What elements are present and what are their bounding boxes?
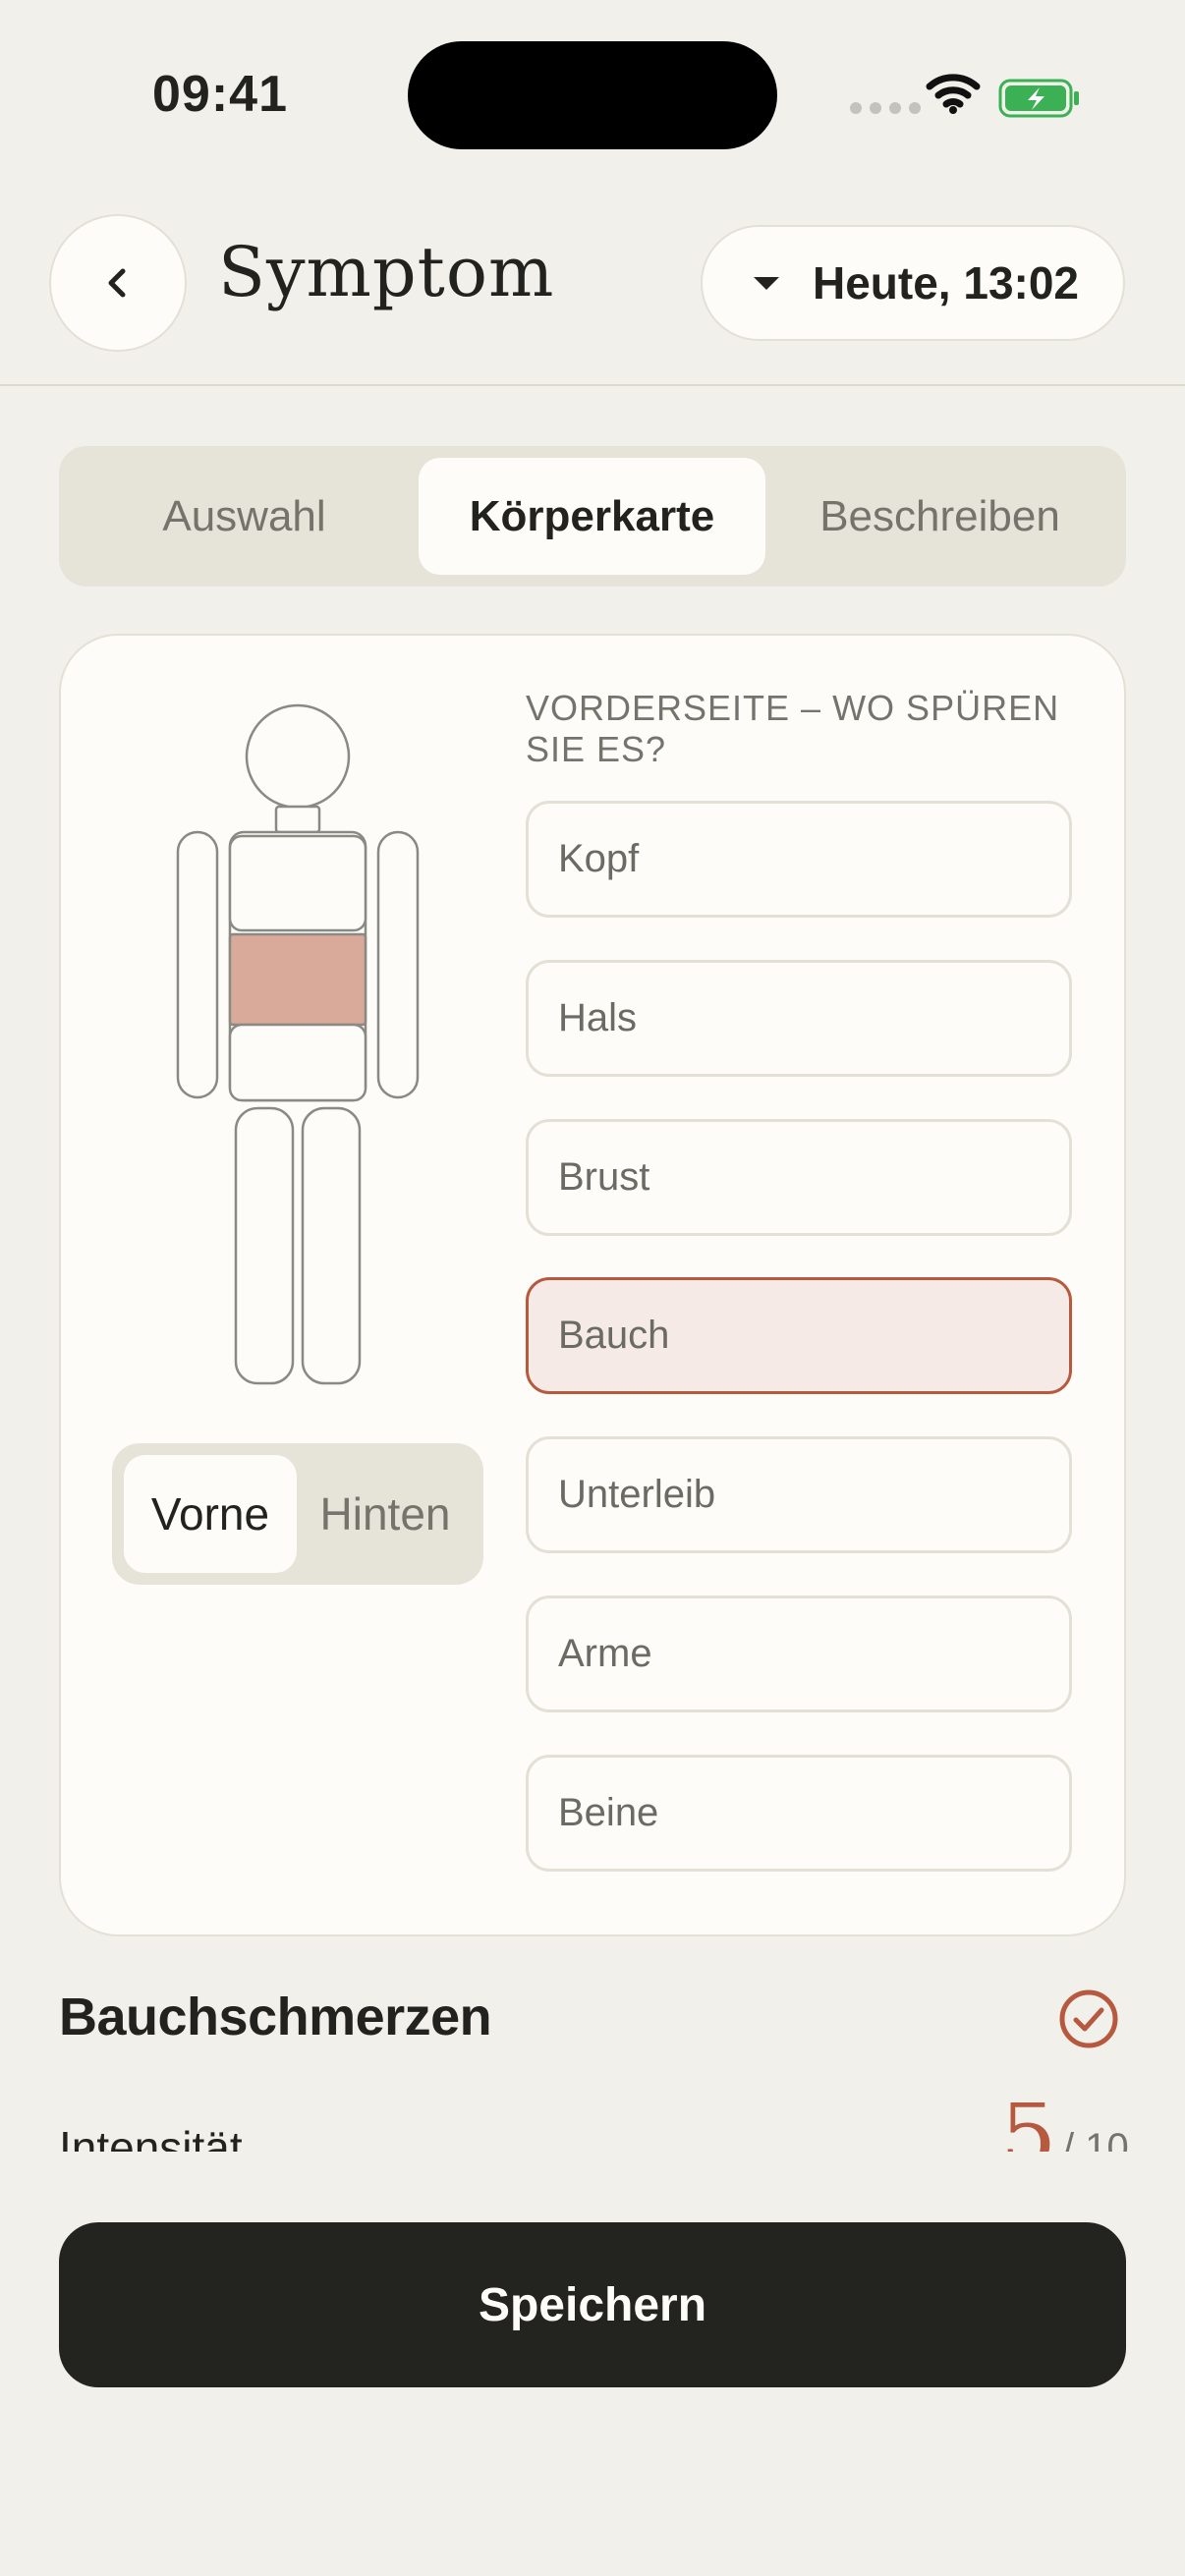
intensity-label: Intensität [59,2122,243,2152]
body-region-head[interactable] [245,703,351,810]
intensity-max: / 10 [1063,2126,1129,2152]
status-time: 09:41 [152,66,288,123]
battery-icon [998,79,1079,118]
body-region-pelvis[interactable] [228,1023,367,1102]
region-heading: VORDERSEITE – WO SPÜREN SIE ES? [526,688,1060,769]
body-region-left-leg[interactable] [234,1106,295,1385]
cellular-signal-icon [850,102,921,114]
toggle-back[interactable]: Hinten [299,1455,472,1573]
body-region-left-arm[interactable] [176,830,219,1099]
save-button[interactable]: Speichern [59,2222,1126,2387]
body-region-right-leg[interactable] [301,1106,362,1385]
front-back-toggle: Vorne Hinten [112,1443,483,1585]
back-button[interactable] [49,214,187,352]
region-option-arme[interactable]: Arme [526,1596,1072,1712]
tab-bar: Auswahl Körperkarte Beschreiben [59,446,1126,587]
tab-beschreiben[interactable]: Beschreiben [766,458,1113,575]
region-option-kopf[interactable]: Kopf [526,801,1072,918]
page-title: Symptom [218,232,555,312]
body-region-abdomen[interactable] [228,932,367,1027]
body-region-neck[interactable] [274,805,321,834]
dynamic-island [408,41,777,149]
symptom-name: Bauchschmerzen [59,1988,492,2046]
wifi-icon [926,74,981,114]
intensity-row: Intensität 5 / 10 [0,2102,1185,2152]
intensity-value: 5 [1000,2102,1056,2152]
caret-down-icon [754,276,779,290]
date-time-label: Heute, 13:02 [813,257,1080,308]
check-circle-icon [1059,1989,1118,2048]
region-option-bauch[interactable]: Bauch [526,1277,1072,1394]
body-map-figure [176,703,420,1385]
tab-koerperkarte[interactable]: Körperkarte [419,458,765,575]
header-divider [0,384,1185,386]
toggle-front[interactable]: Vorne [124,1455,297,1573]
body-region-right-arm[interactable] [376,830,420,1099]
tab-auswahl[interactable]: Auswahl [71,458,418,575]
region-option-beine[interactable]: Beine [526,1755,1072,1872]
region-option-unterleib[interactable]: Unterleib [526,1436,1072,1553]
body-region-chest[interactable] [228,834,367,932]
date-time-selector[interactable]: Heute, 13:02 [701,225,1125,341]
region-option-hals[interactable]: Hals [526,960,1072,1077]
region-option-brust[interactable]: Brust [526,1119,1072,1236]
chevron-left-icon [108,268,126,298]
